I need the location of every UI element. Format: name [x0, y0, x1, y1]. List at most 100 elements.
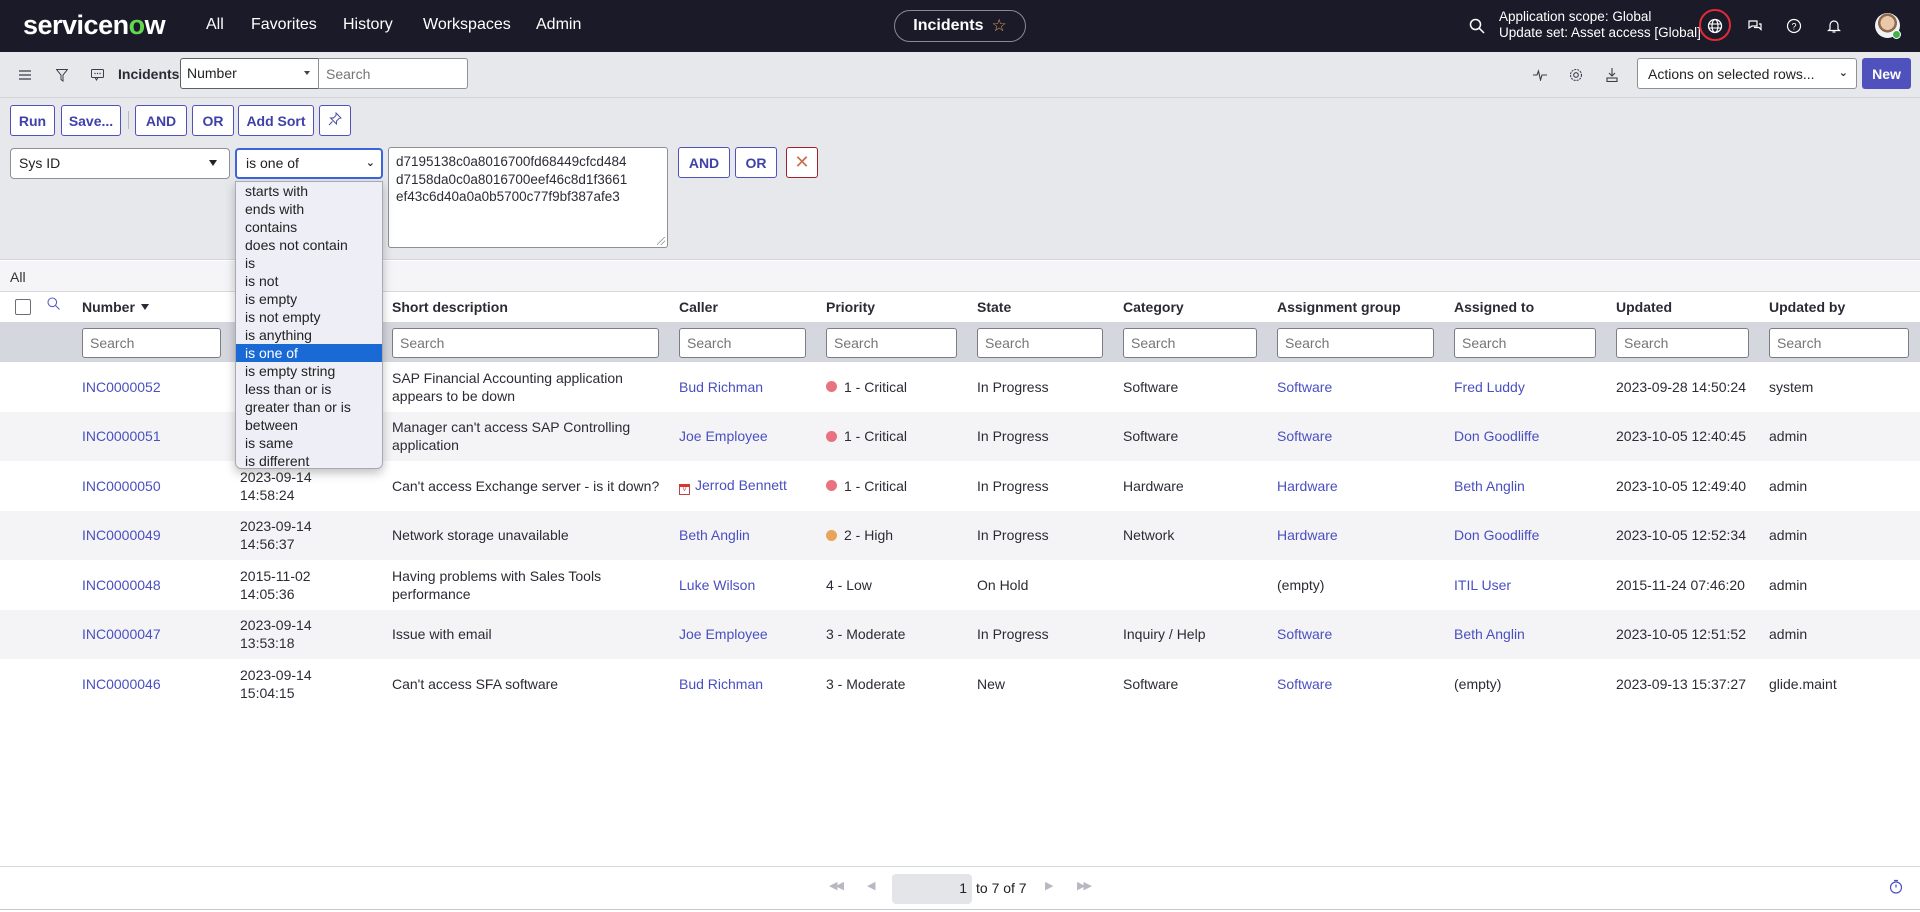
page-number-input[interactable]: 1	[892, 874, 972, 904]
condition-operator-select[interactable]: is one of ⌄	[235, 148, 383, 179]
next-page-icon[interactable]: ▶	[1045, 879, 1054, 892]
caller-link-text[interactable]: Beth Anglin	[679, 526, 750, 544]
new-button[interactable]: New	[1862, 58, 1911, 89]
caller-link-text[interactable]: Luke Wilson	[679, 576, 755, 594]
assigned-to-cell-text[interactable]: Don Goodliffe	[1454, 427, 1539, 445]
pin-filter-button[interactable]	[319, 105, 351, 136]
column-header-category[interactable]: Category	[1123, 299, 1184, 315]
incident-number-link-text[interactable]: INC0000048	[82, 576, 161, 594]
page-title-pill[interactable]: Incidents ☆	[894, 10, 1026, 42]
activity-stream-icon[interactable]	[1529, 64, 1551, 86]
column-header-priority[interactable]: Priority	[826, 299, 875, 315]
column-header-caller[interactable]: Caller	[679, 299, 718, 315]
operator-option[interactable]: starts with	[236, 182, 382, 200]
filter-icon[interactable]	[51, 64, 73, 86]
caller-link-text[interactable]: Bud Richman	[679, 378, 763, 396]
operator-option[interactable]: is empty string	[236, 362, 382, 380]
caller-search-input[interactable]	[679, 328, 806, 358]
operator-option[interactable]: does not contain	[236, 236, 382, 254]
operator-option[interactable]: is same	[236, 434, 382, 452]
category-search-input[interactable]	[1123, 328, 1257, 358]
column-header-updated-by[interactable]: Updated by	[1769, 299, 1845, 315]
last-page-icon[interactable]: ▶▶	[1077, 879, 1092, 892]
table-row[interactable]: INC0000046 2023-09-14 15:04:15 Can't access…	[0, 659, 1920, 709]
select-all-checkbox[interactable]	[15, 299, 31, 315]
help-icon[interactable]: ?	[1782, 14, 1806, 38]
search-field-select[interactable]: Number	[180, 58, 319, 89]
assigned-to-cell-text[interactable]: Fred Luddy	[1454, 378, 1525, 396]
hamburger-menu-icon[interactable]	[14, 64, 36, 86]
previous-page-icon[interactable]: ◀	[867, 879, 876, 892]
updated-search-input[interactable]	[1616, 328, 1749, 358]
short-description-search-input[interactable]	[392, 328, 659, 358]
column-header-assignment-group[interactable]: Assignment group	[1277, 299, 1401, 315]
condition-and-button[interactable]: AND	[678, 147, 730, 178]
column-header-updated[interactable]: Updated	[1616, 299, 1672, 315]
updated-by-search-input[interactable]	[1769, 328, 1909, 358]
operator-option[interactable]: is anything	[236, 326, 382, 344]
assignment-group-cell-text[interactable]: Software	[1277, 378, 1332, 396]
column-header-assigned-to[interactable]: Assigned to	[1454, 299, 1534, 315]
scope-info[interactable]: Application scope: Global Update set: As…	[1499, 9, 1701, 41]
table-row[interactable]: INC0000048 2015-11-02 14:05:36 Having probl…	[0, 560, 1920, 610]
operator-option[interactable]: is one of	[236, 344, 382, 362]
condition-value-textarea[interactable]: d7195138c0a8016700fd68449cfcd484 d7158da…	[388, 147, 668, 248]
settings-gear-icon[interactable]	[1565, 64, 1587, 86]
caller-link-text[interactable]: Bud Richman	[679, 675, 763, 693]
priority-search-input[interactable]	[826, 328, 957, 358]
operator-option[interactable]: contains	[236, 218, 382, 236]
table-row[interactable]: INC0000047 2023-09-14 13:53:18 Issue with e…	[0, 609, 1920, 659]
operator-option[interactable]: is different	[236, 452, 382, 470]
assignment-group-cell-text[interactable]: Software	[1277, 625, 1332, 643]
star-icon[interactable]: ☆	[991, 16, 1006, 36]
condition-or-button[interactable]: OR	[735, 147, 777, 178]
assignment-group-cell-text[interactable]: Software	[1277, 427, 1332, 445]
nav-history[interactable]: History	[343, 16, 393, 34]
servicenow-logo[interactable]: servicenow	[23, 10, 166, 41]
assigned-to-cell-text[interactable]: Beth Anglin	[1454, 477, 1525, 495]
assignment-group-cell-text[interactable]: Hardware	[1277, 477, 1338, 495]
caller-link-text[interactable]: Joe Employee	[679, 625, 768, 643]
condition-field-select[interactable]: Sys ID	[10, 148, 230, 179]
comment-icon[interactable]	[86, 64, 108, 86]
and-button[interactable]: AND	[135, 105, 187, 136]
resize-handle[interactable]	[657, 237, 665, 245]
breadcrumb-all[interactable]: All	[10, 269, 26, 285]
nav-workspaces[interactable]: Workspaces	[423, 16, 511, 34]
first-page-icon[interactable]: ◀◀	[829, 879, 844, 892]
caller-link-text[interactable]: Jerrod Bennett	[695, 477, 787, 493]
operator-option[interactable]: is	[236, 254, 382, 272]
save-filter-button[interactable]: Save...	[61, 105, 121, 136]
incident-number-link-text[interactable]: INC0000047	[82, 625, 161, 643]
incident-number-link-text[interactable]: INC0000046	[82, 675, 161, 693]
operator-option[interactable]: ends with	[236, 200, 382, 218]
incident-number-link-text[interactable]: INC0000052	[82, 378, 161, 396]
add-sort-button[interactable]: Add Sort	[238, 105, 314, 136]
operator-option[interactable]: greater than or is	[236, 398, 382, 416]
export-download-icon[interactable]	[1601, 64, 1623, 86]
delete-condition-button[interactable]: ✕	[786, 147, 818, 178]
column-header-number[interactable]: Number	[82, 299, 149, 315]
response-time-icon[interactable]	[1889, 879, 1903, 897]
assigned-to-search-input[interactable]	[1454, 328, 1596, 358]
assignment-group-search-input[interactable]	[1277, 328, 1434, 358]
operator-option[interactable]: is not	[236, 272, 382, 290]
run-button[interactable]: Run	[10, 105, 55, 136]
globe-icon[interactable]	[1703, 14, 1727, 38]
chat-icon[interactable]	[1743, 14, 1767, 38]
assignment-group-cell-text[interactable]: Hardware	[1277, 526, 1338, 544]
or-button[interactable]: OR	[192, 105, 234, 136]
incident-number-link-text[interactable]: INC0000050	[82, 477, 161, 495]
operator-option[interactable]: between	[236, 416, 382, 434]
assigned-to-cell-text[interactable]: Don Goodliffe	[1454, 526, 1539, 544]
search-icon[interactable]	[1465, 14, 1489, 38]
bell-icon[interactable]	[1822, 14, 1846, 38]
search-icon[interactable]	[47, 297, 60, 313]
column-header-state[interactable]: State	[977, 299, 1011, 315]
nav-all[interactable]: All	[206, 16, 224, 34]
assignment-group-cell-text[interactable]: Software	[1277, 675, 1332, 693]
actions-on-selected-rows-select[interactable]: Actions on selected rows... ⌄	[1637, 58, 1857, 89]
operator-option[interactable]: is empty	[236, 290, 382, 308]
assigned-to-cell-text[interactable]: ITIL User	[1454, 576, 1511, 594]
list-search-input[interactable]	[318, 58, 468, 89]
